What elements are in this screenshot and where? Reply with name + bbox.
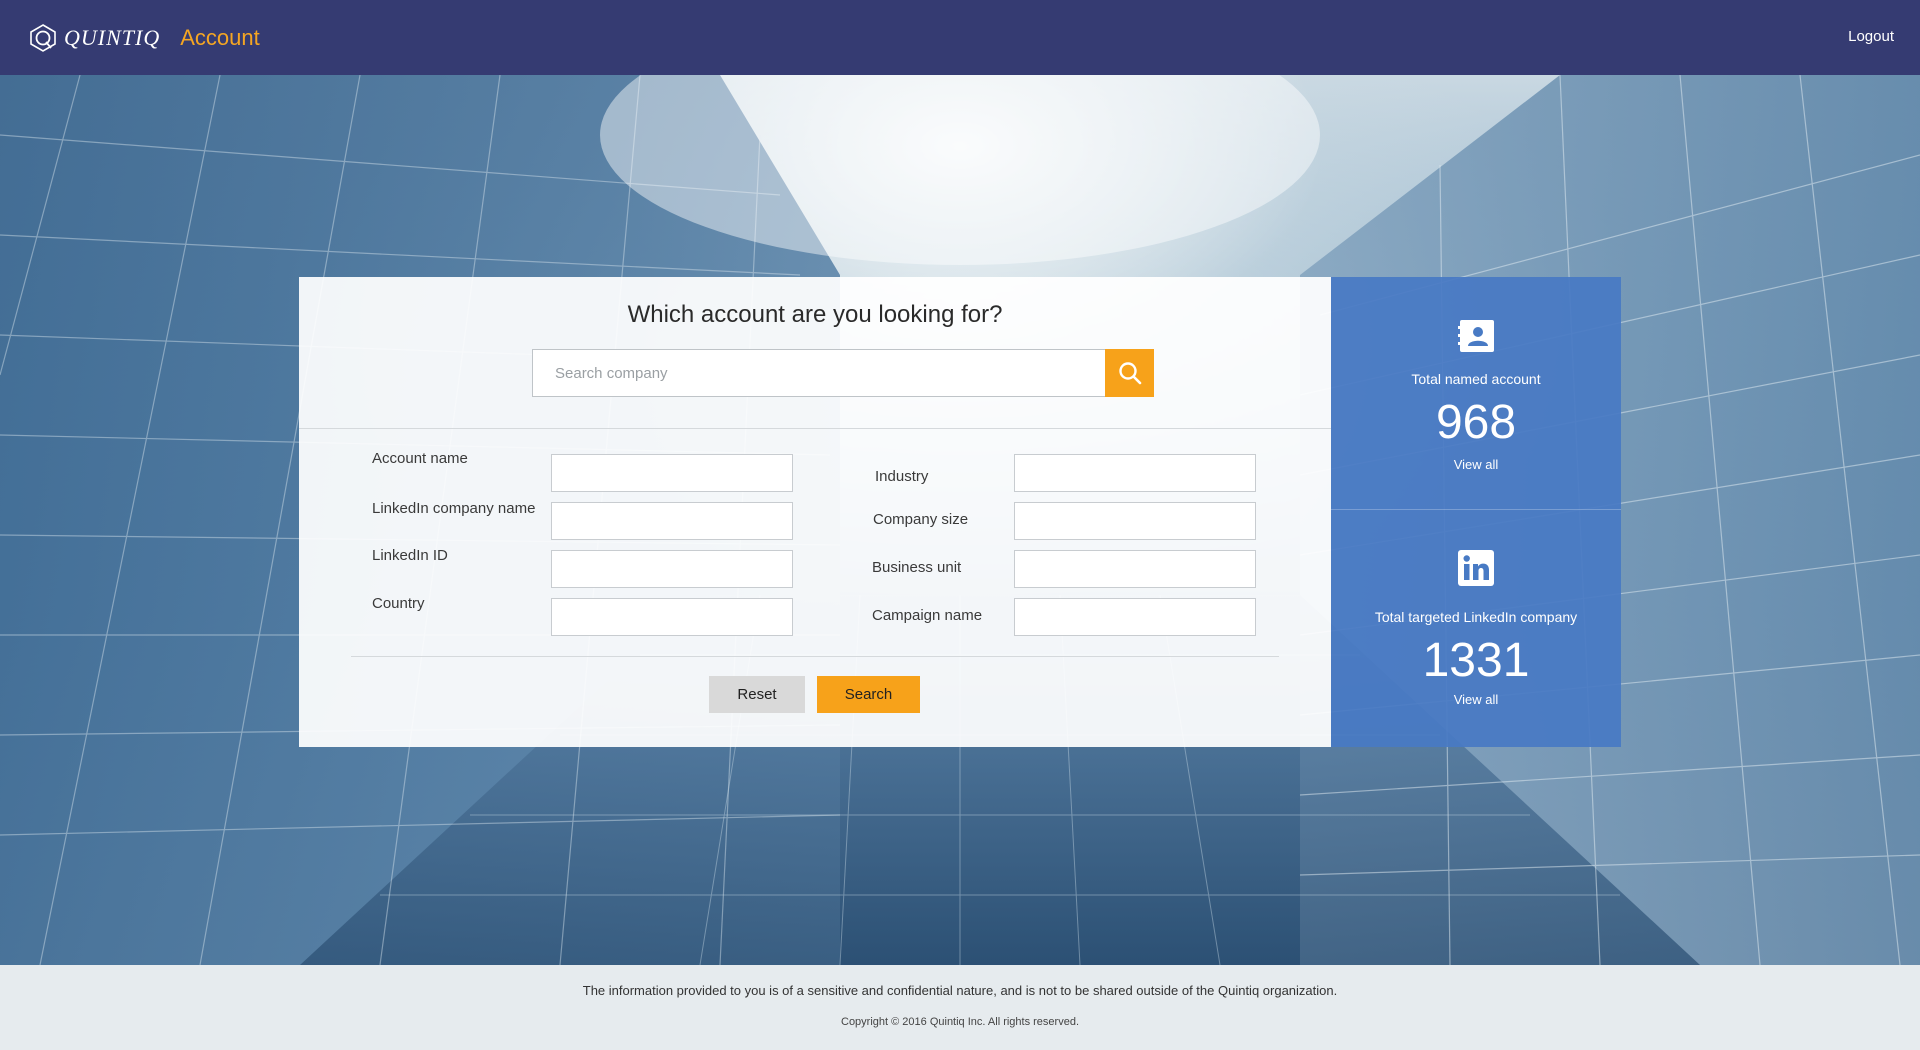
search-icon <box>1118 362 1141 385</box>
contact-card-icon <box>1458 320 1494 352</box>
named-account-count: 968 <box>1435 396 1517 449</box>
linkedin-company-name-label: LinkedIn company name <box>372 500 536 517</box>
form-divider <box>351 656 1279 657</box>
country-label: Country <box>372 595 425 612</box>
account-name-input[interactable] <box>551 454 793 492</box>
linkedin-company-name-input[interactable] <box>551 502 793 540</box>
reset-button[interactable]: Reset <box>709 676 805 713</box>
search-company-input[interactable] <box>532 349 1106 397</box>
section-title: Account <box>180 24 260 50</box>
linkedin-company-stat: Total targeted LinkedIn company 1331 Vie… <box>1331 511 1621 747</box>
page-title: Which account are you looking for? <box>627 301 1003 328</box>
logout-link[interactable]: Logout <box>1848 28 1894 45</box>
linkedin-company-count: 1331 <box>1422 634 1530 687</box>
industry-label: Industry <box>875 468 929 485</box>
named-account-label: Total named account <box>1411 371 1541 387</box>
brand-name: QUINTIQ <box>64 24 161 50</box>
copyright-text: Copyright © 2016 Quintiq Inc. All rights… <box>841 1016 1079 1028</box>
country-input[interactable] <box>551 598 793 636</box>
confidentiality-notice: The information provided to you is of a … <box>582 983 1338 998</box>
linkedin-id-input[interactable] <box>551 550 793 588</box>
named-account-view-all-link[interactable]: View all <box>1331 457 1621 472</box>
search-company-button[interactable] <box>1105 349 1154 397</box>
linkedin-id-label: LinkedIn ID <box>372 547 448 564</box>
industry-input[interactable] <box>1014 454 1256 492</box>
campaign-name-input[interactable] <box>1014 598 1256 636</box>
company-size-input[interactable] <box>1014 502 1256 540</box>
stats-panel: Total named account 968 View all Total t… <box>1331 277 1621 747</box>
account-name-label: Account name <box>372 450 468 467</box>
quintiq-logo-icon <box>28 23 58 53</box>
brand[interactable]: QUINTIQ Account <box>28 23 260 53</box>
footer: The information provided to you is of a … <box>0 965 1920 1050</box>
card-divider <box>299 428 1331 429</box>
account-search-card: Which account are you looking for? Accou… <box>299 277 1331 747</box>
linkedin-icon <box>1458 550 1494 586</box>
named-account-stat: Total named account 968 View all <box>1331 277 1621 510</box>
company-size-label: Company size <box>873 511 969 528</box>
linkedin-company-label: Total targeted LinkedIn company <box>1374 609 1578 625</box>
linkedin-company-view-all-link[interactable]: View all <box>1331 692 1621 707</box>
top-navigation-bar: QUINTIQ Account Logout <box>0 0 1920 75</box>
search-button[interactable]: Search <box>817 676 920 713</box>
business-unit-label: Business unit <box>872 559 962 576</box>
campaign-name-label: Campaign name <box>872 607 983 624</box>
business-unit-input[interactable] <box>1014 550 1256 588</box>
